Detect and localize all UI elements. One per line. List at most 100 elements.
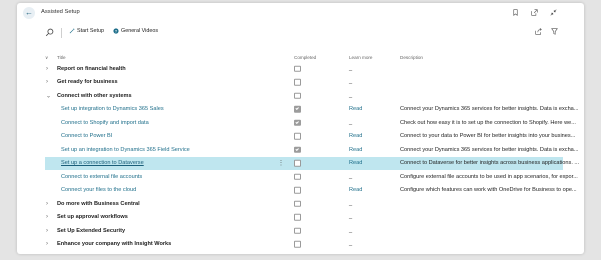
back-arrow-icon: ← bbox=[25, 8, 33, 17]
action-bar: Start Setup ? General Videos bbox=[17, 25, 584, 41]
completed-checkbox[interactable] bbox=[294, 92, 301, 99]
table-row[interactable]: Connect to Power BI Read Connect to your… bbox=[45, 130, 575, 144]
learn-more: _ bbox=[349, 92, 353, 99]
collapse-icon bbox=[550, 9, 557, 16]
table-row[interactable]: Connect to Shopify and import data _ Che… bbox=[45, 116, 576, 130]
row-title: Get ready for business bbox=[57, 79, 118, 86]
table-row[interactable]: › Set up approval workflows _ bbox=[45, 211, 563, 225]
learn-more: _ bbox=[349, 119, 353, 126]
row-description: Configure external file accounts to be u… bbox=[400, 173, 578, 180]
completed-checkbox[interactable] bbox=[294, 146, 301, 153]
table-row[interactable]: Set up integration to Dynamics 365 Sales… bbox=[45, 103, 578, 117]
completed-checkbox[interactable] bbox=[294, 160, 301, 167]
learn-more: _ bbox=[349, 227, 353, 234]
toolbar-right-actions bbox=[535, 28, 558, 35]
chevron-right-icon[interactable]: › bbox=[46, 201, 52, 207]
learn-more: _ bbox=[349, 79, 353, 86]
row-title-link[interactable]: Set up integration to Dynamics 365 Sales bbox=[61, 106, 164, 112]
list-header: ∨ Title Completed Learn more Description bbox=[45, 55, 563, 62]
row-title-link[interactable]: Set up an integration to Dynamics 365 Fi… bbox=[61, 147, 190, 153]
completed-checkbox[interactable] bbox=[294, 214, 301, 221]
chevron-right-icon[interactable]: › bbox=[46, 79, 52, 85]
table-row[interactable]: › Report on financial health _ bbox=[45, 62, 563, 76]
general-videos-button[interactable]: ? General Videos bbox=[113, 28, 158, 34]
header-description[interactable]: Description bbox=[400, 55, 423, 60]
assisted-setup-window: ← Assisted Setup Start Setup ? General V… bbox=[17, 3, 584, 254]
row-description: Connect your Dynamics 365 services for b… bbox=[400, 106, 579, 113]
share-icon[interactable] bbox=[535, 28, 542, 35]
table-row[interactable]: › Set Up Extended Security _ bbox=[45, 224, 563, 238]
completed-checkbox[interactable] bbox=[294, 133, 301, 140]
start-setup-button[interactable]: Start Setup bbox=[69, 28, 104, 34]
completed-checkbox[interactable] bbox=[294, 106, 301, 113]
row-title-link[interactable]: Connect to Shopify and import data bbox=[61, 120, 149, 126]
learn-more: _ bbox=[349, 214, 353, 221]
row-title-link[interactable]: Connect your files to the cloud bbox=[61, 187, 136, 193]
header-learn-more[interactable]: Learn more bbox=[349, 55, 373, 60]
completed-checkbox[interactable] bbox=[294, 173, 301, 180]
row-description: Connect your Dynamics 365 services for b… bbox=[400, 146, 579, 153]
learn-more-link[interactable]: Read bbox=[349, 187, 362, 193]
title-bar: ← Assisted Setup bbox=[17, 3, 584, 23]
row-title-link[interactable]: Connect to external file accounts bbox=[61, 174, 142, 180]
row-title: Report on financial health bbox=[57, 65, 126, 72]
toolbar-divider bbox=[61, 28, 62, 38]
table-row[interactable]: › Do more with Business Central _ bbox=[45, 197, 563, 211]
row-title: Connect with other systems bbox=[57, 92, 132, 99]
table-row[interactable]: Set up an integration to Dynamics 365 Fi… bbox=[45, 143, 578, 157]
header-title[interactable]: Title bbox=[57, 55, 66, 60]
row-title-link[interactable]: Connect to Power BI bbox=[61, 133, 112, 139]
window-actions bbox=[511, 8, 558, 17]
row-title: Set Up Extended Security bbox=[57, 227, 126, 234]
learn-more-link[interactable]: Read bbox=[349, 133, 362, 139]
row-description: Connect to your data to Power BI for bet… bbox=[400, 133, 576, 140]
row-title: Enhance your company with Insight Works bbox=[57, 241, 172, 248]
chevron-right-icon[interactable]: › bbox=[46, 228, 52, 234]
start-setup-label: Start Setup bbox=[77, 28, 104, 34]
row-title: Do more with Business Central bbox=[57, 200, 140, 207]
table-row[interactable]: › Enhance your company with Insight Work… bbox=[45, 238, 563, 252]
table-row[interactable]: › Get ready for business _ bbox=[45, 76, 563, 90]
select-all-icon[interactable]: ∨ bbox=[45, 55, 48, 61]
row-description: Configure which features can work with O… bbox=[400, 187, 577, 194]
row-description: Connect to Dataverse for better insights… bbox=[400, 160, 580, 167]
table-row-selected[interactable]: Set up a connection to Dataverse ⋮ Read … bbox=[45, 156, 579, 170]
chevron-right-icon[interactable]: › bbox=[46, 66, 52, 72]
open-new-window-button[interactable] bbox=[530, 8, 539, 17]
assisted-setup-list: ∨ Title Completed Learn more Description… bbox=[45, 55, 579, 252]
completed-checkbox[interactable] bbox=[294, 200, 301, 207]
completed-checkbox[interactable] bbox=[294, 187, 301, 194]
completed-checkbox[interactable] bbox=[294, 227, 301, 234]
learn-more-link[interactable]: Read bbox=[349, 160, 362, 166]
chevron-right-icon[interactable]: › bbox=[46, 241, 52, 247]
open-new-window-icon bbox=[531, 9, 538, 16]
collapse-button[interactable] bbox=[549, 8, 558, 17]
completed-checkbox[interactable] bbox=[294, 79, 301, 86]
general-videos-label: General Videos bbox=[121, 28, 159, 34]
chevron-right-icon[interactable]: › bbox=[46, 214, 52, 220]
bookmark-icon bbox=[513, 9, 518, 16]
table-row[interactable]: Connect to external file accounts _ Conf… bbox=[45, 170, 578, 184]
search-icon[interactable] bbox=[45, 28, 54, 37]
row-title: Set up approval workflows bbox=[57, 214, 128, 221]
table-row[interactable]: ⌄ Connect with other systems _ bbox=[45, 89, 563, 103]
bookmark-button[interactable] bbox=[511, 8, 520, 17]
svg-text:?: ? bbox=[115, 29, 117, 33]
completed-checkbox[interactable] bbox=[294, 65, 301, 72]
row-menu-icon[interactable]: ⋮ bbox=[278, 160, 284, 167]
filter-icon[interactable] bbox=[551, 28, 558, 35]
completed-checkbox[interactable] bbox=[294, 241, 301, 248]
wand-icon bbox=[69, 28, 75, 34]
learn-more: _ bbox=[349, 241, 353, 248]
table-row[interactable]: Connect your files to the cloud Read Con… bbox=[45, 184, 577, 198]
row-title-link[interactable]: Set up a connection to Dataverse bbox=[61, 160, 144, 166]
row-description: Check out how easy it is to set up the c… bbox=[400, 119, 576, 126]
completed-checkbox[interactable] bbox=[294, 119, 301, 126]
learn-more-link[interactable]: Read bbox=[349, 106, 362, 112]
learn-more: _ bbox=[349, 65, 353, 72]
learn-more-link[interactable]: Read bbox=[349, 147, 362, 153]
chevron-down-icon[interactable]: ⌄ bbox=[46, 92, 52, 99]
header-completed[interactable]: Completed bbox=[294, 55, 316, 60]
back-button[interactable]: ← bbox=[23, 7, 35, 19]
window-title: Assisted Setup bbox=[41, 9, 80, 15]
